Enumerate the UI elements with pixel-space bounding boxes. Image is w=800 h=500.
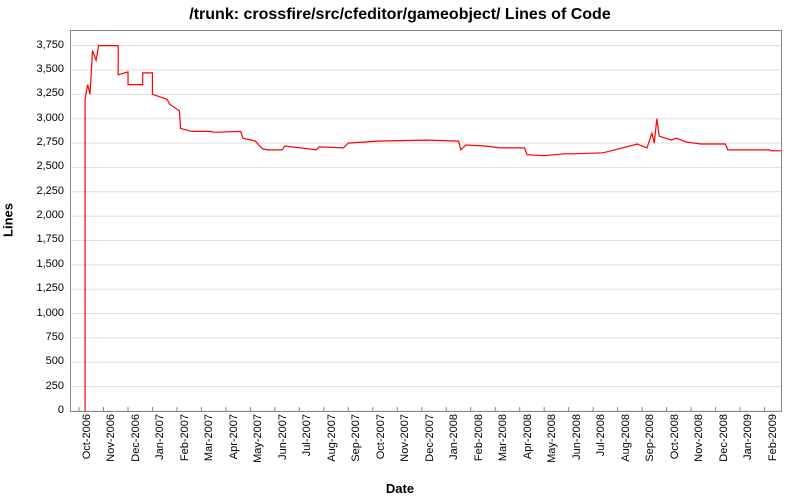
x-tick-label: Jun-2007 — [277, 414, 289, 460]
x-axis-ticks: Oct-2006 Nov-2006 Dec-2006 Jan-2007 Feb-2007… — [70, 412, 780, 482]
x-tick-label: Oct-2008 — [669, 414, 681, 459]
x-tick-label: Aug-2008 — [620, 414, 632, 462]
y-axis-ticks: 02505007501,0001,2501,5001,7502,0002,250… — [0, 30, 68, 410]
y-tick-label: 3,250 — [36, 87, 64, 99]
y-tick-label: 3,500 — [36, 63, 64, 75]
x-tick-label: Aug-2007 — [326, 414, 338, 462]
plot-area — [70, 30, 782, 412]
y-tick-label: 1,250 — [36, 282, 64, 294]
y-tick-label: 1,750 — [36, 233, 64, 245]
x-tick-label: Mar-2008 — [497, 414, 509, 461]
x-tick-label: Feb-2007 — [179, 414, 191, 461]
y-tick-label: 2,000 — [36, 209, 64, 221]
gridlines — [71, 46, 781, 411]
loc-series-line — [85, 46, 781, 411]
x-tick-label: Jun-2008 — [571, 414, 583, 460]
x-tick-label: Sep-2007 — [350, 414, 362, 462]
y-tick-label: 1,500 — [36, 258, 64, 270]
y-tick-label: 500 — [46, 355, 64, 367]
x-tick-label: Jan-2007 — [154, 414, 166, 460]
x-tick-label: Feb-2009 — [767, 414, 779, 461]
x-tick-label: Jul-2008 — [595, 414, 607, 456]
x-tick-label: Nov-2007 — [399, 414, 411, 462]
x-tick-label: Jul-2007 — [301, 414, 313, 456]
x-tick-label: Nov-2006 — [105, 414, 117, 462]
y-tick-label: 2,750 — [36, 136, 64, 148]
loc-chart: /trunk: crossfire/src/cfeditor/gameobjec… — [0, 0, 800, 500]
x-axis-label: Date — [0, 481, 800, 496]
y-tick-label: 1,000 — [36, 307, 64, 319]
x-tick-marks — [79, 407, 765, 411]
x-tick-label: Jan-2009 — [742, 414, 754, 460]
x-tick-label: Dec-2006 — [130, 414, 142, 462]
y-tick-label: 2,500 — [36, 160, 64, 172]
x-tick-label: Jan-2008 — [448, 414, 460, 460]
x-tick-label: Dec-2007 — [424, 414, 436, 462]
y-tick-label: 2,250 — [36, 185, 64, 197]
chart-title: /trunk: crossfire/src/cfeditor/gameobjec… — [0, 6, 800, 24]
y-tick-label: 3,750 — [36, 39, 64, 51]
y-tick-label: 250 — [46, 380, 64, 392]
y-tick-label: 750 — [46, 331, 64, 343]
y-tick-label: 3,000 — [36, 112, 64, 124]
x-tick-label: Dec-2008 — [718, 414, 730, 462]
x-tick-label: Feb-2008 — [473, 414, 485, 461]
y-tick-label: 0 — [58, 404, 64, 416]
x-tick-label: Mar-2007 — [203, 414, 215, 461]
plot-svg — [71, 31, 781, 411]
x-tick-label: Nov-2008 — [693, 414, 705, 462]
x-tick-label: May-2008 — [546, 414, 558, 463]
x-tick-label: Apr-2007 — [228, 414, 240, 459]
x-tick-label: Sep-2008 — [644, 414, 656, 462]
x-tick-label: Oct-2007 — [375, 414, 387, 459]
x-tick-label: Oct-2006 — [81, 414, 93, 459]
x-tick-label: May-2007 — [252, 414, 264, 463]
x-tick-label: Apr-2008 — [522, 414, 534, 459]
